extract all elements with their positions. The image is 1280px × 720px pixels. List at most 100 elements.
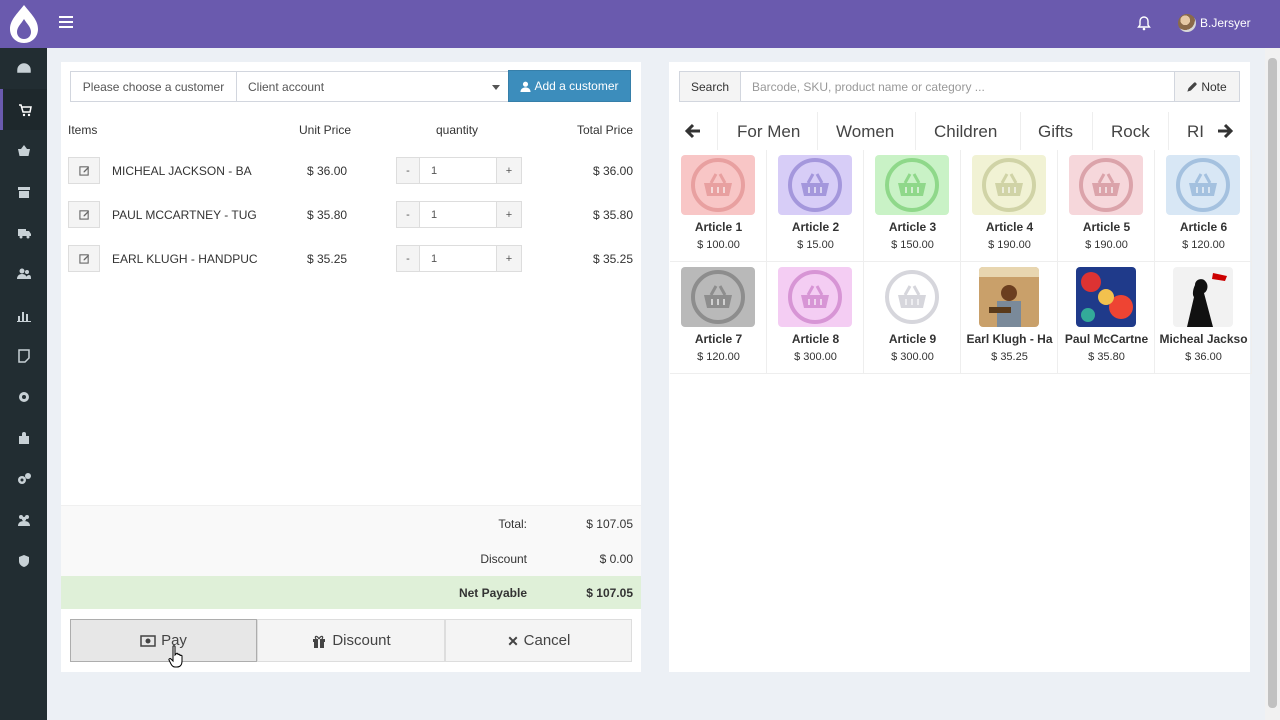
cart-icon[interactable]: [0, 89, 47, 130]
product-tile[interactable]: Article 6 $ 120.00: [1155, 150, 1252, 262]
basket-icon: [885, 270, 939, 324]
product-price: $ 150.00: [891, 239, 934, 251]
quantity-input[interactable]: 1: [420, 157, 497, 184]
category-tab[interactable]: Women: [836, 122, 894, 142]
page-scrollbar[interactable]: [1265, 48, 1280, 720]
album-cover-icon: [1173, 267, 1233, 327]
cancel-label: Cancel: [523, 632, 571, 649]
product-price: $ 35.25: [991, 351, 1028, 363]
users-icon[interactable]: [0, 253, 47, 294]
product-image: [1076, 267, 1136, 327]
bar-chart-icon[interactable]: [0, 294, 47, 335]
add-customer-button[interactable]: Add a customer: [508, 70, 631, 102]
note-icon[interactable]: [0, 335, 47, 376]
sidebar: [0, 0, 47, 720]
flame-logo-icon: [9, 5, 38, 43]
basket-icon: [1079, 158, 1133, 212]
arrow-left-icon[interactable]: [684, 122, 702, 140]
product-price: $ 300.00: [794, 351, 837, 363]
total-label: Total:: [498, 517, 527, 531]
quantity-decrease-button[interactable]: -: [396, 201, 420, 228]
user-menu[interactable]: B.Jersyer: [1178, 14, 1251, 32]
item-unit-price: $ 35.25: [307, 252, 348, 266]
item-total-price: $ 35.25: [592, 252, 633, 266]
menu-toggle-icon[interactable]: [59, 16, 73, 30]
product-price: $ 35.80: [1088, 351, 1125, 363]
product-tile[interactable]: Earl Klugh - Ha $ 35.25: [961, 262, 1058, 374]
category-tab[interactable]: Rock: [1111, 122, 1150, 142]
pay-button[interactable]: Pay: [70, 619, 257, 662]
product-image: [1173, 267, 1233, 327]
dashboard-icon[interactable]: [0, 48, 47, 89]
quantity-increase-button[interactable]: +: [497, 201, 522, 228]
product-image: [875, 267, 949, 327]
quantity-decrease-button[interactable]: -: [396, 245, 420, 272]
cart-totals: Total: $ 107.05 Discount $ 0.00 Net Paya…: [61, 505, 641, 609]
edit-item-button[interactable]: [68, 201, 100, 228]
item-unit-price: $ 35.80: [307, 208, 348, 222]
category-tab[interactable]: RI: [1187, 122, 1204, 142]
product-price: $ 190.00: [988, 239, 1031, 251]
group-icon[interactable]: [0, 499, 47, 540]
app-logo[interactable]: [0, 0, 47, 48]
edit-item-button[interactable]: [68, 245, 100, 272]
basket-icon: [691, 158, 745, 212]
net-payable-label: Net Payable: [458, 586, 527, 600]
search-input[interactable]: Barcode, SKU, product name or category .…: [741, 71, 1175, 102]
product-tile[interactable]: Article 3 $ 150.00: [864, 150, 961, 262]
product-tile[interactable]: Article 8 $ 300.00: [767, 262, 864, 374]
pencil-icon: [1187, 82, 1198, 92]
basket-icon: [788, 270, 842, 324]
category-tab[interactable]: Gifts: [1038, 122, 1073, 142]
money-icon: [140, 634, 156, 647]
cart-row: PAUL MCCARTNEY - TUG $ 35.80 - 1 + $ 35.…: [61, 192, 641, 236]
archive-icon[interactable]: [0, 171, 47, 212]
arrow-right-icon[interactable]: [1216, 122, 1234, 140]
total-value: $ 107.05: [586, 517, 633, 531]
bell-icon[interactable]: [1136, 15, 1152, 31]
product-tile[interactable]: Article 1 $ 100.00: [670, 150, 767, 262]
product-name: Article 3: [888, 220, 937, 234]
cancel-button[interactable]: Cancel: [445, 619, 632, 662]
scrollbar-thumb[interactable]: [1268, 58, 1277, 708]
item-name: PAUL MCCARTNEY - TUG: [112, 208, 257, 222]
discount-button[interactable]: Discount: [257, 619, 445, 662]
edit-item-button[interactable]: [68, 157, 100, 184]
chevron-down-icon: [492, 85, 500, 90]
album-cover-icon: [979, 267, 1039, 327]
product-price: $ 120.00: [697, 351, 740, 363]
product-tile[interactable]: Article 7 $ 120.00: [670, 262, 767, 374]
gears-icon[interactable]: [0, 458, 47, 499]
product-image: [778, 267, 852, 327]
note-button[interactable]: Note: [1174, 71, 1240, 102]
basket-icon: [691, 270, 745, 324]
edit-icon: [78, 254, 89, 264]
product-tile[interactable]: Article 2 $ 15.00: [767, 150, 864, 262]
puzzle-icon[interactable]: [0, 417, 47, 458]
cart-panel: Please choose a customer Client account …: [61, 62, 641, 672]
quantity-input[interactable]: 1: [420, 245, 497, 272]
product-tile[interactable]: Paul McCartne $ 35.80: [1058, 262, 1155, 374]
quantity-decrease-button[interactable]: -: [396, 157, 420, 184]
product-name: Article 4: [985, 220, 1034, 234]
product-tile[interactable]: Micheal Jackso $ 36.00: [1155, 262, 1252, 374]
truck-icon[interactable]: [0, 212, 47, 253]
category-tab[interactable]: For Men: [737, 122, 800, 142]
item-unit-price: $ 36.00: [307, 164, 348, 178]
add-customer-label: Add a customer: [534, 79, 619, 93]
product-tile[interactable]: Article 5 $ 190.00: [1058, 150, 1155, 262]
gear-icon[interactable]: [0, 376, 47, 417]
product-tile[interactable]: Article 4 $ 190.00: [961, 150, 1058, 262]
basket-icon: [1176, 158, 1230, 212]
product-image: [681, 155, 755, 215]
basket-icon[interactable]: [0, 130, 47, 171]
shield-icon[interactable]: [0, 540, 47, 581]
quantity-increase-button[interactable]: +: [497, 245, 522, 272]
category-bar: For Men Women Children Gifts Rock RI: [679, 112, 1240, 150]
quantity-increase-button[interactable]: +: [497, 157, 522, 184]
category-tab[interactable]: Children: [934, 122, 997, 142]
product-tile[interactable]: Article 9 $ 300.00: [864, 262, 961, 374]
product-price: $ 190.00: [1085, 239, 1128, 251]
customer-select[interactable]: Client account: [237, 71, 509, 102]
quantity-input[interactable]: 1: [420, 201, 497, 228]
